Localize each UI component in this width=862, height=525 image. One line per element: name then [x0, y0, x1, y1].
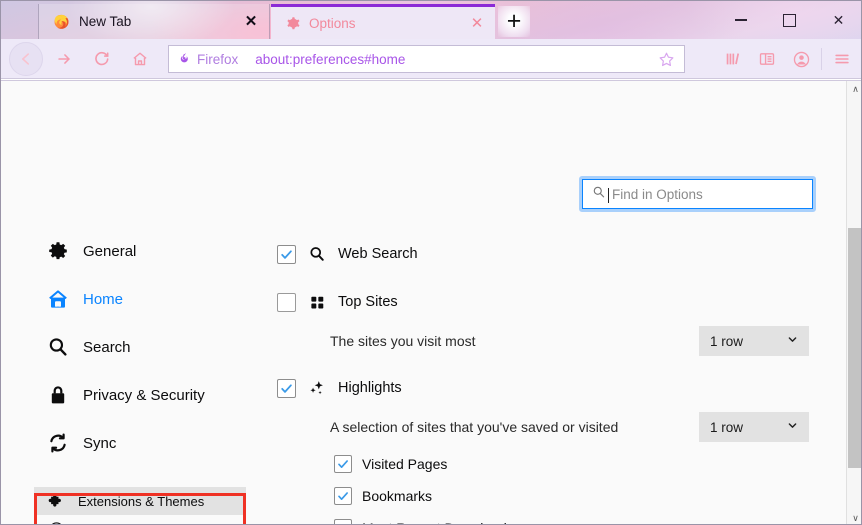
- top-sites-description-row: The sites you visit most 1 row: [277, 321, 822, 361]
- scroll-up-arrow-icon[interactable]: ∧: [847, 81, 861, 98]
- preferences-sidebar: General Home Search Privacy & Security S…: [34, 233, 246, 525]
- suboption-label: Most Recent Download: [362, 520, 507, 524]
- tab-options[interactable]: Options ✕: [271, 4, 495, 39]
- search-icon: [46, 336, 69, 359]
- sidebar-item-search[interactable]: Search: [34, 329, 246, 365]
- firefox-identity-icon: [178, 52, 192, 66]
- suboption-bookmarks[interactable]: Bookmarks: [277, 481, 822, 511]
- find-in-options: Find in Options: [579, 176, 816, 212]
- maximize-button[interactable]: [765, 1, 814, 39]
- search-placeholder: Find in Options: [608, 187, 703, 203]
- identity-box[interactable]: Firefox: [178, 52, 238, 67]
- bookmarks-checkbox[interactable]: [334, 487, 352, 505]
- option-description: The sites you visit most: [330, 333, 476, 349]
- sync-icon: [46, 432, 69, 455]
- top-sites-checkbox[interactable]: [277, 292, 296, 312]
- window-controls: ✕: [716, 1, 861, 39]
- sidebar-item-label: Extensions & Themes: [78, 493, 205, 509]
- sidebar-item-label: General: [83, 242, 137, 260]
- suboption-label: Bookmarks: [362, 488, 433, 504]
- page-scrollbar[interactable]: ∧ ∨: [846, 81, 861, 524]
- visited-pages-checkbox[interactable]: [334, 455, 352, 473]
- suboption-visited-pages[interactable]: Visited Pages: [277, 449, 822, 479]
- sidebar-divider: [34, 473, 246, 487]
- new-tab-button[interactable]: +: [498, 6, 530, 37]
- gear-icon: [46, 240, 69, 263]
- url-text[interactable]: about:preferences#home: [255, 52, 656, 67]
- option-top-sites[interactable]: Top Sites: [277, 289, 822, 315]
- sidebar-item-home[interactable]: Home: [34, 281, 246, 317]
- library-icon[interactable]: [716, 42, 750, 76]
- tab-strip: New Tab ✕ Options ✕ + ✕: [1, 1, 861, 39]
- toolbar-right-icons: [716, 42, 859, 76]
- sidebar-item-general[interactable]: General: [34, 233, 246, 269]
- navigation-toolbar: Firefox about:preferences#home: [1, 39, 861, 79]
- grid-icon: [307, 292, 327, 312]
- option-description: A selection of sites that you've saved o…: [330, 419, 619, 435]
- url-bar[interactable]: Firefox about:preferences#home: [168, 45, 685, 73]
- toolbar-separator: [821, 48, 822, 70]
- identity-label: Firefox: [197, 51, 239, 67]
- question-icon: [47, 520, 65, 524]
- scroll-down-arrow-icon[interactable]: ∨: [847, 510, 861, 524]
- search-input[interactable]: Find in Options: [582, 179, 813, 209]
- home-content-options: Web Search Top Sites The sites you visit…: [277, 241, 822, 524]
- home-icon: [46, 288, 69, 311]
- tab-new-tab[interactable]: New Tab ✕: [38, 4, 270, 39]
- sparkle-icon: [307, 378, 327, 398]
- sidebar-item-privacy-security[interactable]: Privacy & Security: [34, 377, 246, 413]
- option-label: Highlights: [338, 380, 402, 396]
- firefox-logo-icon: [53, 13, 70, 30]
- sidebar-item-sync[interactable]: Sync: [34, 425, 246, 461]
- home-button[interactable]: [123, 42, 157, 76]
- reload-button[interactable]: [85, 42, 119, 76]
- option-highlights[interactable]: Highlights: [277, 375, 822, 401]
- option-web-search[interactable]: Web Search: [277, 241, 822, 267]
- option-label: Web Search: [338, 246, 418, 262]
- sidebar-item-firefox-support[interactable]: Firefox Support: [34, 515, 246, 525]
- chevron-down-icon: [787, 334, 798, 348]
- suboption-most-recent-download[interactable]: Most Recent Download: [277, 513, 822, 524]
- lock-icon: [46, 384, 69, 407]
- sidebar-item-label: Sync: [83, 434, 117, 452]
- text-caret: [608, 187, 609, 203]
- tab-close-icon[interactable]: ✕: [241, 12, 261, 32]
- tab-close-icon[interactable]: ✕: [467, 13, 487, 33]
- sidebar-icon[interactable]: [750, 42, 784, 76]
- chevron-down-icon: [787, 420, 798, 434]
- minimize-button[interactable]: [716, 1, 765, 39]
- browser-window: New Tab ✕ Options ✕ + ✕ Firefox about:pr…: [0, 0, 862, 525]
- dropdown-value: 1 row: [710, 333, 744, 349]
- sidebar-item-extensions-themes[interactable]: Extensions & Themes: [34, 487, 246, 515]
- highlights-checkbox[interactable]: [277, 378, 296, 398]
- web-search-checkbox[interactable]: [277, 244, 296, 264]
- forward-button[interactable]: [47, 42, 81, 76]
- hamburger-menu-icon[interactable]: [825, 42, 859, 76]
- tab-title: Options: [309, 15, 356, 31]
- search-icon: [307, 244, 327, 264]
- highlights-description-row: A selection of sites that you've saved o…: [277, 407, 822, 447]
- preferences-page: Find in Options General Home Search Priv…: [1, 80, 861, 525]
- scrollbar-thumb[interactable]: [848, 228, 861, 468]
- highlights-rows-dropdown[interactable]: 1 row: [699, 412, 809, 442]
- search-icon: [592, 185, 606, 204]
- account-icon[interactable]: [784, 42, 818, 76]
- back-button[interactable]: [9, 41, 43, 76]
- sidebar-item-label: Privacy & Security: [83, 386, 205, 404]
- sidebar-item-label: Firefox Support: [78, 522, 167, 525]
- dropdown-value: 1 row: [710, 419, 744, 435]
- close-window-button[interactable]: ✕: [814, 1, 861, 39]
- puzzle-icon: [47, 492, 65, 510]
- suboption-label: Visited Pages: [362, 456, 448, 472]
- option-label: Top Sites: [338, 294, 398, 310]
- gear-icon: [285, 16, 300, 31]
- top-sites-rows-dropdown[interactable]: 1 row: [699, 326, 809, 356]
- sidebar-item-label: Search: [83, 338, 131, 356]
- tab-title: New Tab: [79, 14, 132, 29]
- sidebar-item-label: Home: [83, 290, 124, 308]
- bookmark-star-icon[interactable]: [656, 49, 676, 69]
- most-recent-download-checkbox[interactable]: [334, 519, 352, 524]
